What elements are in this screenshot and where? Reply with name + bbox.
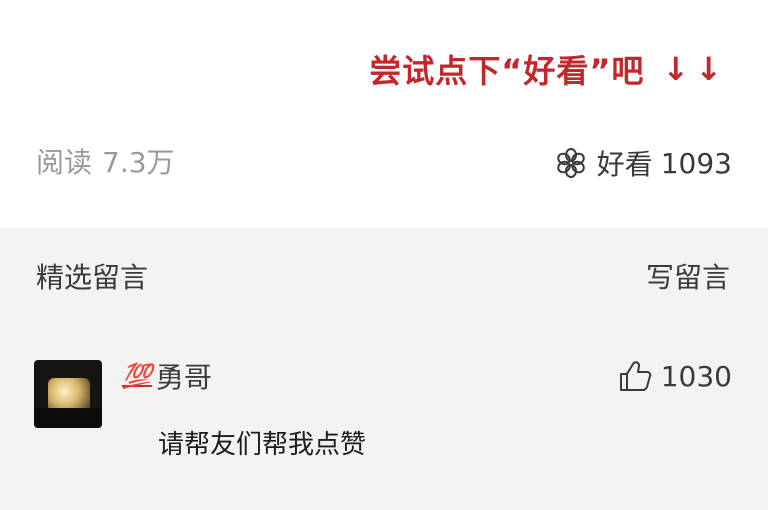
article-footer: 尝试点下“好看”吧 ↓↓ 阅读 7.3万 好看 1093 [0,0,768,228]
comments-section: 精选留言 写留言 💯 勇哥 1030 请帮友们帮我点赞 [0,228,768,510]
like-count: 1030 [660,359,732,393]
comment-item: 💯 勇哥 1030 请帮友们帮我点赞 [0,356,768,496]
write-comment-button[interactable]: 写留言 [646,256,730,300]
wow-label: 好看 [596,148,653,181]
thumbs-up-icon [619,361,651,391]
username-text: 勇哥 [155,361,212,394]
comments-title: 精选留言 [36,261,149,294]
hint-text: 尝试点下“好看”吧 [369,52,645,90]
hundred-emoji-icon: 💯 [122,362,152,390]
flower-icon [556,148,585,178]
wow-hint: 尝试点下“好看”吧 ↓↓ [369,44,728,94]
wow-count: 1093 [660,146,732,180]
down-arrows-icon: ↓↓ [662,50,728,88]
comments-header: 精选留言 写留言 [0,256,768,300]
like-button[interactable]: 1030 [617,356,732,396]
comment-text: 请帮友们帮我点赞 [158,430,367,460]
read-label: 阅读 [36,146,93,179]
read-count: 阅读 7.3万 [36,138,175,188]
stats-bar: 阅读 7.3万 好看 1093 [0,138,768,188]
avatar[interactable] [34,360,102,428]
comment-username: 💯 勇哥 [122,356,212,396]
wow-button[interactable]: 好看 1093 [555,138,732,188]
read-number: 7.3万 [102,146,175,179]
